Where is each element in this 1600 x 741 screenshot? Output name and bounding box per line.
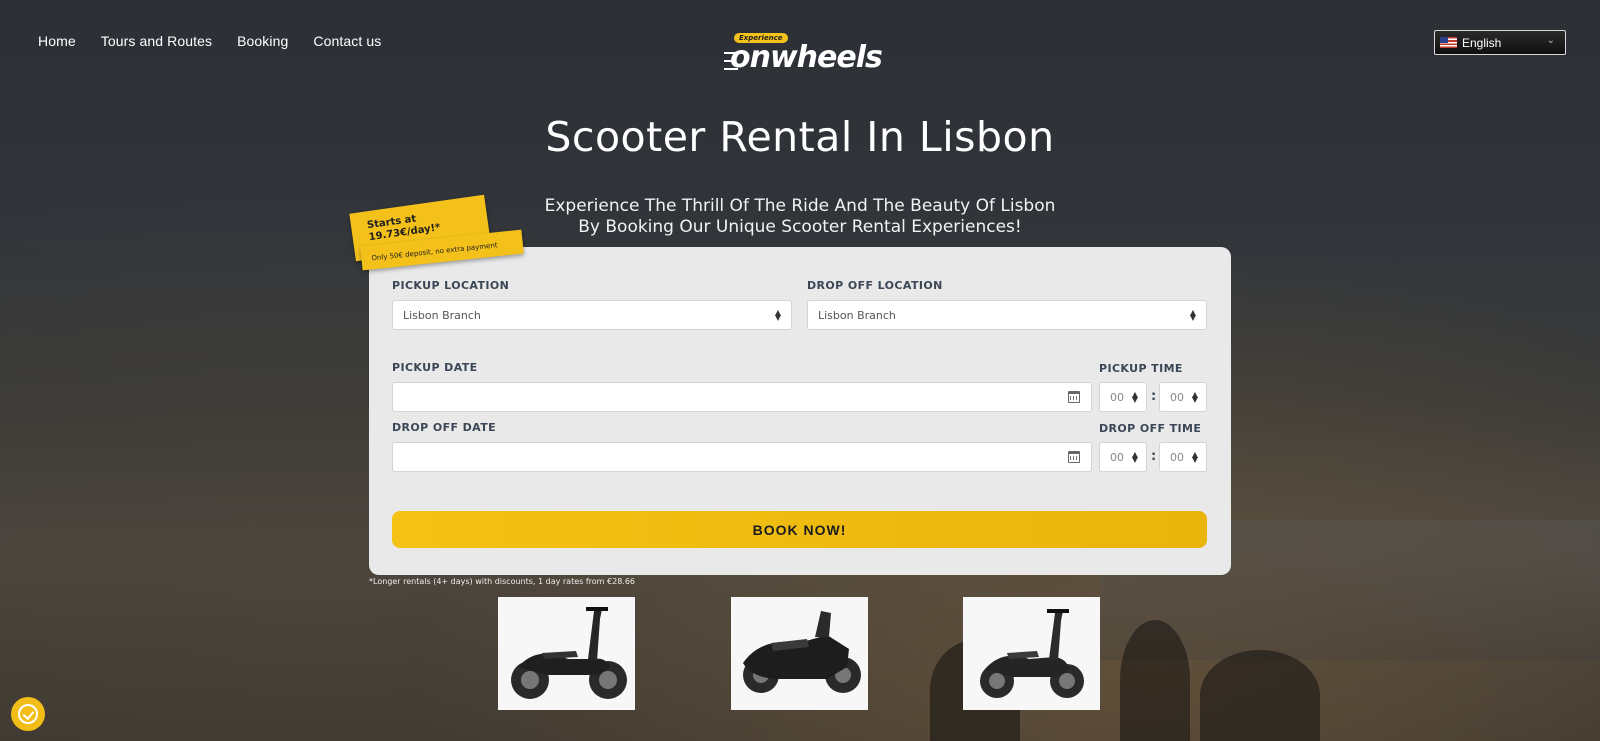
dropoff-date-input[interactable] — [392, 442, 1092, 472]
dropoff-location-value: Lisbon Branch — [818, 308, 896, 322]
booking-form: PICKUP LOCATION Lisbon Branch ▲ ▼ DROP OF… — [369, 247, 1231, 575]
time-separator: : — [1151, 389, 1157, 404]
sort-arrows-icon: ▲ ▼ — [1131, 390, 1138, 404]
language-select[interactable]: English ⌄ — [1434, 30, 1566, 55]
dropoff-date-label: DROP OFF DATE — [392, 421, 497, 434]
pickup-minute-value: 00 — [1170, 390, 1184, 404]
pickup-minute-select[interactable]: 00 ▲ ▼ — [1159, 382, 1207, 412]
pickup-location-label: PICKUP LOCATION — [392, 279, 510, 292]
chevron-down-icon: ⌄ — [1546, 35, 1555, 46]
dropoff-hour-value: 00 — [1110, 450, 1124, 464]
sort-arrows-icon: ▲ ▼ — [1191, 390, 1198, 404]
scooter-image[interactable] — [498, 597, 635, 710]
scooter-illustration — [743, 611, 861, 693]
nav-contact-us[interactable]: Contact us — [313, 33, 381, 49]
language-label: English — [1462, 35, 1502, 50]
scooter-image[interactable] — [963, 597, 1100, 710]
rental-footnote: *Longer rentals (4+ days) with discounts… — [369, 577, 636, 586]
logo-wordmark: onwheels — [730, 40, 883, 75]
sort-arrows-icon: ▲ ▼ — [1131, 450, 1138, 464]
dropoff-location-label: DROP OFF LOCATION — [807, 279, 943, 292]
pickup-hour-value: 00 — [1110, 390, 1124, 404]
sort-arrows-icon: ▲ ▼ — [774, 308, 781, 322]
dropoff-minute-value: 00 — [1170, 450, 1184, 464]
nav-tours-and-routes[interactable]: Tours and Routes — [101, 33, 212, 49]
dropoff-location-select[interactable]: Lisbon Branch ▲ ▼ — [807, 300, 1207, 330]
cookie-icon — [18, 704, 38, 724]
site-logo[interactable]: Experience onwheels — [724, 30, 883, 78]
dropoff-minute-select[interactable]: 00 ▲ ▼ — [1159, 442, 1207, 472]
pickup-time-label: PICKUP TIME — [1099, 362, 1183, 375]
pickup-location-select[interactable]: Lisbon Branch ▲ ▼ — [392, 300, 792, 330]
nav-booking[interactable]: Booking — [237, 33, 288, 49]
pickup-location-value: Lisbon Branch — [403, 308, 481, 322]
background-dome — [1200, 650, 1320, 741]
nav-home[interactable]: Home — [38, 33, 76, 49]
scooter-illustration — [511, 607, 627, 699]
scooter-illustration — [980, 609, 1084, 698]
us-flag-icon — [1440, 37, 1457, 48]
calendar-icon — [1068, 451, 1080, 463]
page-title: Scooter Rental In Lisbon — [545, 113, 1055, 161]
main-nav: Home Tours and Routes Booking Contact us — [38, 33, 381, 49]
cookie-settings-button[interactable] — [11, 697, 45, 731]
pickup-date-input[interactable] — [392, 382, 1092, 412]
dropoff-time-label: DROP OFF TIME — [1099, 422, 1202, 435]
sort-arrows-icon: ▲ ▼ — [1189, 308, 1196, 322]
calendar-icon — [1068, 391, 1080, 403]
time-separator: : — [1151, 449, 1157, 464]
sort-arrows-icon: ▲ ▼ — [1191, 450, 1198, 464]
book-now-button[interactable]: BOOK NOW! — [392, 511, 1207, 548]
dropoff-hour-select[interactable]: 00 ▲ ▼ — [1099, 442, 1147, 472]
pickup-hour-select[interactable]: 00 ▲ ▼ — [1099, 382, 1147, 412]
page-subtitle: Experience The Thrill Of The Ride And Th… — [544, 196, 1056, 237]
scooter-image[interactable] — [731, 597, 868, 710]
background-dome — [1120, 620, 1190, 741]
pickup-date-label: PICKUP DATE — [392, 361, 478, 374]
